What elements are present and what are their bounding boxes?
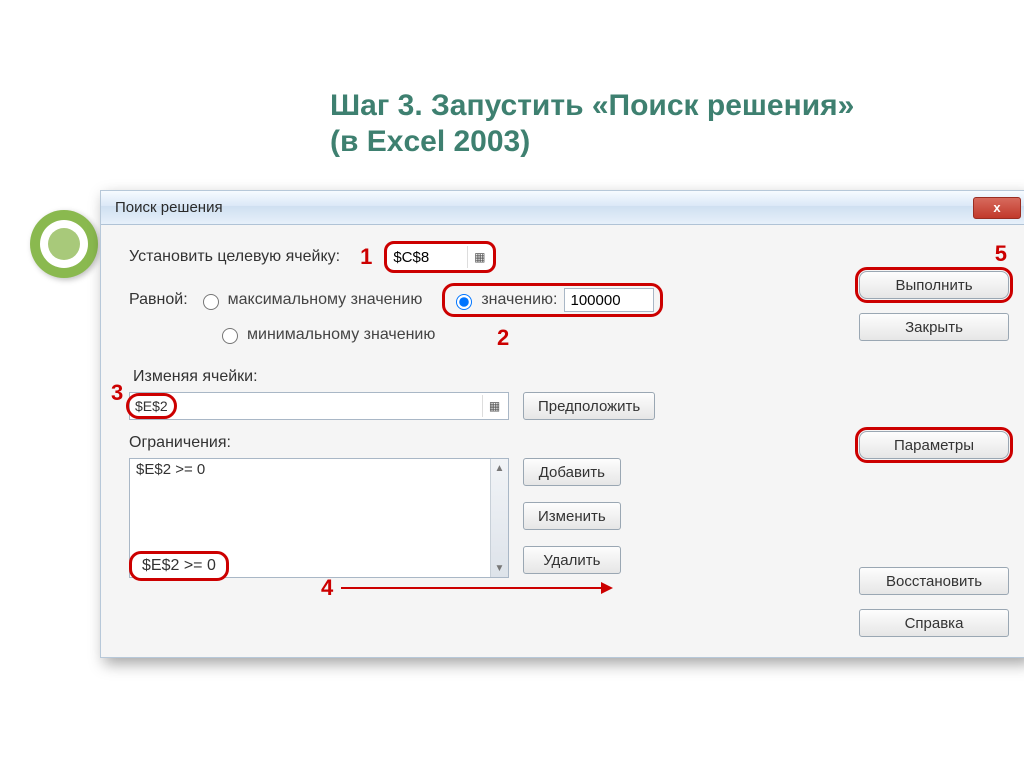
constraint-item[interactable]: $E$2 >= 0 — [130, 459, 508, 480]
slide-heading: Шаг 3. Запустить «Поиск решения» (в Exce… — [330, 88, 890, 160]
radio-max-input[interactable] — [203, 294, 219, 310]
step-3-marker: 3 — [111, 380, 123, 406]
bullet-decor — [30, 210, 100, 280]
radio-max[interactable]: максимальному значению — [198, 291, 423, 310]
radio-min-label: минимальному значению — [247, 326, 435, 344]
ref-picker-icon[interactable]: ▦ — [467, 246, 491, 268]
ref-picker-icon[interactable]: ▦ — [482, 395, 506, 417]
target-cell-input[interactable] — [387, 244, 467, 270]
change-constraint-button[interactable]: Изменить — [523, 502, 621, 530]
radio-value-input[interactable] — [456, 294, 472, 310]
close-dialog-button[interactable]: Закрыть — [859, 313, 1009, 341]
dialog-title: Поиск решения — [115, 199, 973, 216]
radio-max-label: максимальному значению — [228, 291, 423, 309]
help-button[interactable]: Справка — [859, 609, 1009, 637]
scroll-up-icon[interactable]: ▲ — [491, 459, 508, 477]
target-value-input[interactable] — [564, 288, 654, 312]
add-constraint-button[interactable]: Добавить — [523, 458, 621, 486]
step-4-marker: 4 — [321, 575, 333, 601]
titlebar[interactable]: Поиск решения x — [101, 191, 1024, 225]
changing-cells-input[interactable] — [177, 393, 482, 419]
step-5-marker: 5 — [859, 241, 1007, 267]
step-1-marker: 1 — [360, 244, 372, 270]
delete-constraint-button[interactable]: Удалить — [523, 546, 621, 574]
arrow-icon — [341, 587, 611, 589]
value-group: значению: — [442, 283, 662, 317]
close-button[interactable]: x — [973, 197, 1021, 219]
guess-button[interactable]: Предположить — [523, 392, 655, 420]
changing-cells-wrap: $E$2 ▦ — [129, 392, 509, 420]
scrollbar[interactable]: ▲ ▼ — [490, 459, 508, 577]
options-button[interactable]: Параметры — [859, 431, 1009, 459]
run-button[interactable]: Выполнить — [859, 271, 1009, 299]
changing-cells-value: $E$2 — [135, 398, 168, 414]
scroll-down-icon[interactable]: ▼ — [491, 559, 508, 577]
restore-button[interactable]: Восстановить — [859, 567, 1009, 595]
step-2-marker: 2 — [497, 325, 509, 351]
target-cell-input-wrap: ▦ — [386, 243, 494, 271]
radio-value-label: значению: — [481, 291, 557, 309]
constraint-highlight: $E$2 >= 0 — [129, 551, 229, 581]
radio-min-input[interactable] — [222, 328, 238, 344]
target-cell-label: Установить целевую ячейку: — [129, 248, 340, 266]
dialog-body: 5 Выполнить Закрыть Параметры Восстанови… — [101, 225, 1024, 657]
changing-cells-highlight: $E$2 — [126, 393, 177, 419]
close-icon: x — [993, 200, 1000, 215]
equal-label: Равной: — [129, 291, 188, 309]
radio-min[interactable]: минимальному значению — [217, 325, 435, 344]
radio-value[interactable]: значению: — [451, 291, 557, 310]
solver-dialog: Поиск решения x 5 Выполнить Закрыть Пара… — [100, 190, 1024, 658]
